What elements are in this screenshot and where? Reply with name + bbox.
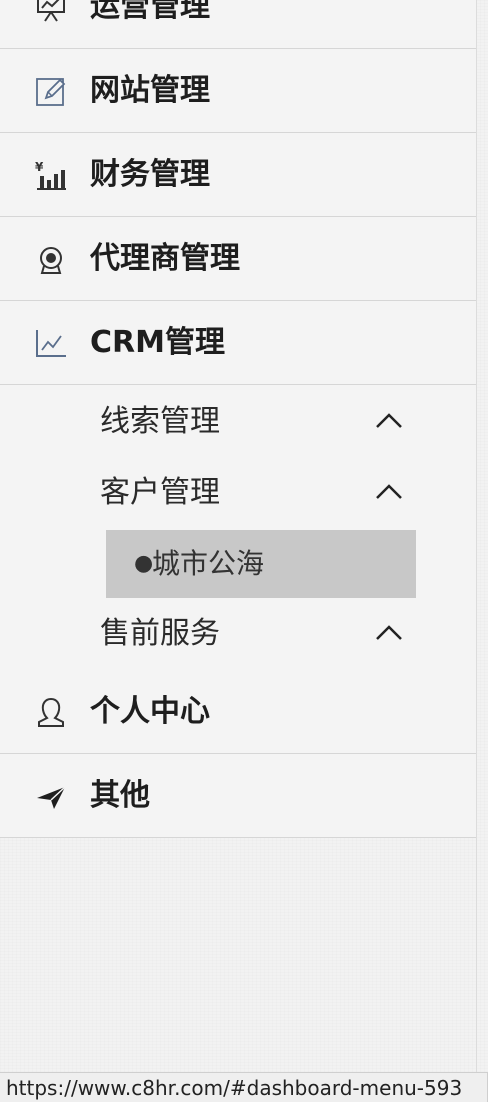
presentation-board-icon (34, 0, 68, 24)
menu-item-label: 财务管理 (90, 157, 210, 192)
edit-pencil-icon (34, 74, 68, 108)
menu-item-personal-center[interactable]: 个人中心 (0, 670, 476, 754)
submenu-item-customers[interactable]: 客户管理 (0, 458, 476, 528)
chevron-up-icon[interactable] (374, 622, 404, 644)
submenu-item-presales[interactable]: 售前服务 (0, 599, 476, 669)
submenu-item-label: 客户管理 (100, 475, 220, 510)
menu-item-crm[interactable]: CRM管理 (0, 301, 476, 385)
submenu-item-label: 售前服务 (100, 616, 220, 651)
menu-item-label: 运营管理 (90, 0, 210, 24)
submenu-leaf-label: 城市公海 (152, 547, 265, 580)
submenu-leaf-city-pool[interactable]: ● 城市公海 (106, 530, 416, 598)
svg-text:¥: ¥ (35, 160, 44, 174)
menu-item-label: 代理商管理 (90, 241, 240, 276)
menu-item-label: 网站管理 (90, 73, 210, 108)
line-chart-icon (34, 326, 68, 360)
menu-item-agents[interactable]: 代理商管理 (0, 217, 476, 301)
submenu-item-leads[interactable]: 线索管理 (0, 387, 476, 457)
link-status-bar: https://www.c8hr.com/#dashboard-menu-593 (0, 1072, 488, 1102)
submenu-item-label: 线索管理 (100, 404, 220, 439)
user-icon (34, 695, 68, 729)
yuan-bar-chart-icon: ¥ (34, 158, 68, 192)
crm-submenu: 线索管理 客户管理 ● 城市公海 售前服务 (0, 385, 476, 670)
menu-item-other[interactable]: 其他 (0, 754, 476, 838)
agent-badge-icon (34, 242, 68, 276)
chevron-up-icon[interactable] (374, 481, 404, 503)
sidebar-right-border (476, 0, 477, 1102)
paper-plane-icon (34, 779, 68, 813)
chevron-up-icon[interactable] (374, 410, 404, 432)
menu-item-label: CRM管理 (90, 325, 225, 360)
menu-item-website[interactable]: 网站管理 (0, 49, 476, 133)
menu-item-label: 个人中心 (90, 694, 210, 729)
menu-item-finance[interactable]: ¥ 财务管理 (0, 133, 476, 217)
bullet-icon: ● (134, 551, 154, 576)
menu-item-label: 其他 (90, 778, 150, 813)
sidebar-menu: 运营管理 网站管理 ¥ 财务管理 代理商管理 CRM管理 线索管理 客户管理 ●… (0, 0, 476, 1102)
menu-item-operations[interactable]: 运营管理 (0, 0, 476, 49)
